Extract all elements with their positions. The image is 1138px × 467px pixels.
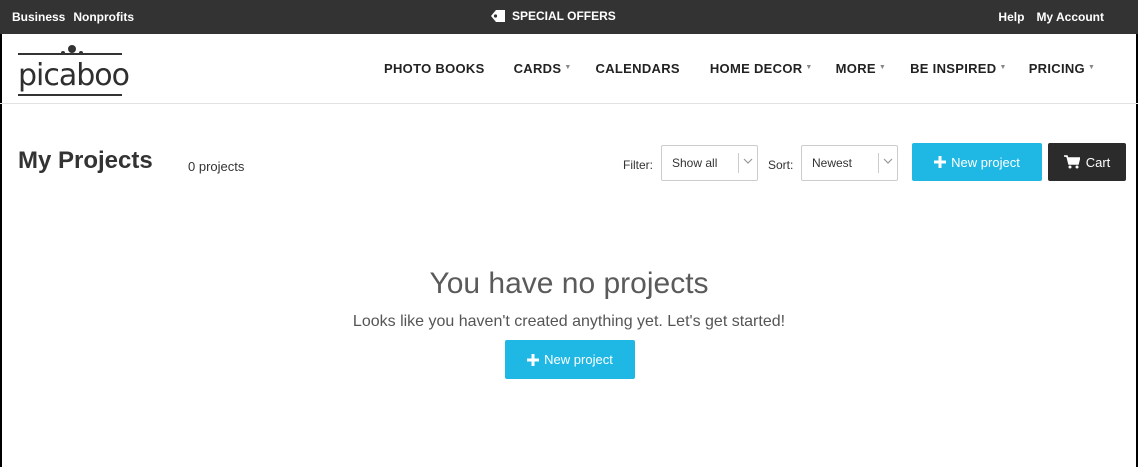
special-offers-link[interactable]: SPECIAL OFFERS [490,9,616,23]
logo-bottom-line [18,94,122,96]
nav-more[interactable]: MORE ▼ [836,61,886,76]
nav-be-inspired-label: BE INSPIRED [910,61,997,76]
plus-icon [934,156,947,168]
main-nav: PHOTO BOOKS CARDS ▼ CALENDARS HOME DECOR ▼… [384,61,1095,76]
my-account-link[interactable]: My Account [1036,10,1104,24]
nav-calendars[interactable]: CALENDARS [596,61,680,76]
empty-new-project-button[interactable]: New project [505,340,635,379]
filter-select[interactable]: Show all [661,145,758,181]
nav-be-inspired[interactable]: BE INSPIRED ▼ [910,61,1007,76]
select-separator [878,153,879,173]
project-count: 0 projects [188,159,245,174]
caret-down-icon: ▼ [1087,64,1096,71]
select-separator [738,153,739,173]
cart-label: Cart [1085,154,1111,170]
caret-down-icon: ▼ [564,64,572,71]
cart-button[interactable]: Cart [1048,143,1126,181]
main-header: picaboo PHOTO BOOKS CARDS ▼ CALENDARS HOM… [0,34,1138,104]
chevron-down-icon [883,158,893,164]
empty-state-subtitle: Looks like you haven't created anything … [352,313,786,330]
nav-photo-books-label: PHOTO BOOKS [384,61,485,76]
filter-label: Filter: [623,158,653,172]
nav-photo-books[interactable]: PHOTO BOOKS [384,61,485,76]
nav-pricing[interactable]: PRICING ▼ [1029,61,1096,76]
new-project-label: New project [951,154,1020,170]
top-right-links: Help My Account [998,10,1104,24]
sort-value: Newest [812,156,853,170]
logo-text: picaboo [18,58,130,93]
logo-top-line [18,53,122,55]
nonprofits-link[interactable]: Nonprofits [73,10,134,24]
empty-new-project-label: New project [544,352,613,367]
caret-down-icon: ▼ [999,64,1007,71]
cart-icon [1063,155,1080,169]
nav-home-decor[interactable]: HOME DECOR ▼ [710,61,813,76]
top-left-links: Business Nonprofits [12,10,134,24]
top-utility-bar: Business Nonprofits SPECIAL OFFERS Help … [0,0,1138,34]
help-link[interactable]: Help [998,10,1024,24]
nav-cards-label: CARDS [513,61,562,76]
sort-label: Sort: [768,158,794,172]
new-project-button[interactable]: New project [912,143,1042,181]
caret-down-icon: ▼ [805,64,813,71]
picaboo-logo[interactable]: picaboo [18,44,130,98]
special-offers-label: SPECIAL OFFERS [512,9,616,23]
business-link[interactable]: Business [12,10,65,24]
tag-icon [491,10,505,22]
sort-select[interactable]: Newest [801,145,898,181]
plus-icon [527,353,540,366]
nav-pricing-label: PRICING [1028,61,1085,76]
empty-state-title: You have no projects [429,267,709,300]
nav-cards[interactable]: CARDS ▼ [514,61,572,76]
page-title: My Projects [18,147,153,174]
nav-home-decor-label: HOME DECOR [709,61,803,76]
nav-calendars-label: CALENDARS [595,61,680,76]
chevron-down-icon [743,158,753,164]
caret-down-icon: ▼ [878,64,887,71]
filter-value: Show all [672,156,718,170]
nav-more-label: MORE [835,61,876,76]
